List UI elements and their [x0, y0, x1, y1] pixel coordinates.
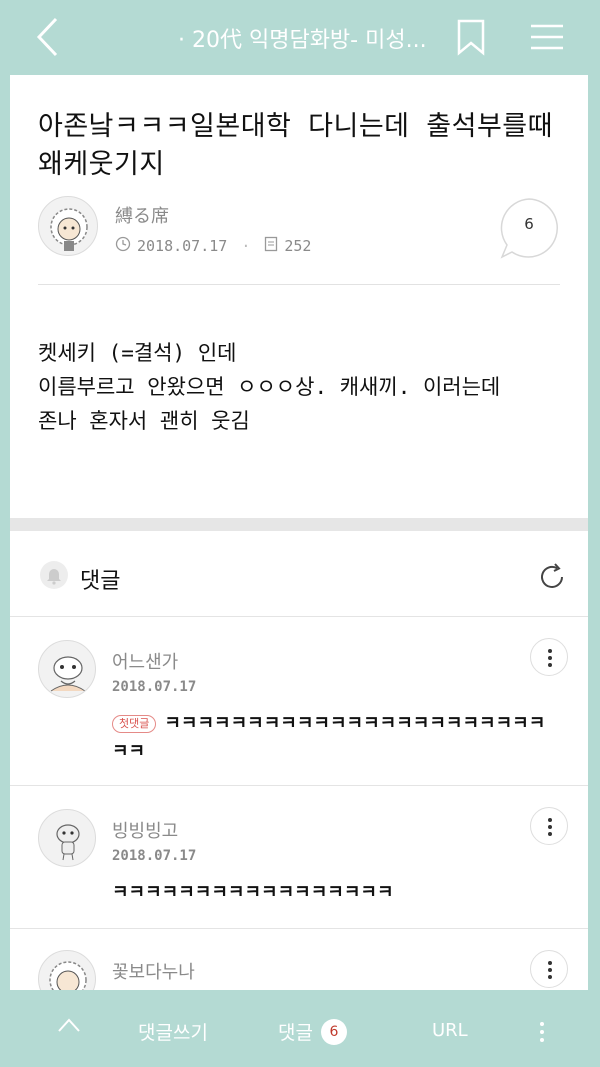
chevron-up-icon[interactable]	[56, 1014, 82, 1036]
refresh-icon[interactable]	[536, 561, 568, 593]
clock-icon	[115, 236, 131, 256]
comment-body: ㅋㅋㅋㅋㅋㅋㅋㅋㅋㅋㅋㅋㅋㅋㅋㅋㅋ	[112, 882, 394, 903]
bottom-bar: 댓글쓰기 댓글 6 URL	[0, 990, 600, 1067]
post-meta: 2018.07.17 · 252	[115, 236, 311, 256]
right-frame	[588, 75, 600, 990]
commenter-avatar[interactable]	[38, 809, 96, 867]
url-button[interactable]: URL	[432, 1020, 468, 1041]
bookmark-icon[interactable]	[454, 18, 488, 56]
first-comment-badge: 첫댓글	[112, 715, 157, 733]
comment-item: 빙빙빙고 2018.07.17 ㅋㅋㅋㅋㅋㅋㅋㅋㅋㅋㅋㅋㅋㅋㅋㅋㅋ	[10, 787, 588, 929]
document-icon	[264, 236, 278, 256]
divider	[38, 284, 560, 285]
commenter-avatar[interactable]	[38, 640, 96, 698]
comments-count-badge: 6	[320, 1018, 347, 1045]
author-name[interactable]: 縛る席	[115, 202, 169, 228]
write-comment-button[interactable]: 댓글쓰기	[138, 1018, 208, 1045]
comment-more-button[interactable]	[530, 950, 568, 988]
post-title: 아존낰ㅋㅋㅋ일본대학 다니는데 출석부를때 왜케웃기지	[38, 111, 553, 180]
comment-more-button[interactable]	[530, 807, 568, 845]
meta-separator: ·	[241, 237, 251, 255]
commenter-name[interactable]: 빙빙빙고	[112, 817, 178, 843]
body-line: 이름부르고 안왔으면 ㅇㅇㅇ상. 캐새끼. 이러는데	[38, 375, 501, 399]
comments-header: 댓글	[10, 531, 588, 617]
left-frame	[0, 75, 10, 990]
comment-count: 6	[524, 215, 534, 233]
comment-body: ㅋㅋㅋㅋㅋㅋㅋㅋㅋㅋㅋㅋㅋㅋㅋㅋㅋㅋㅋㅋㅋㅋㅋㅋㅋ	[112, 713, 546, 762]
comment-item: 꽃보다누나	[10, 930, 588, 990]
section-separator	[10, 518, 588, 531]
comment-text: 첫댓글 ㅋㅋㅋㅋㅋㅋㅋㅋㅋㅋㅋㅋㅋㅋㅋㅋㅋㅋㅋㅋㅋㅋㅋㅋㅋ	[112, 710, 552, 766]
post-date: 2018.07.17	[137, 237, 228, 255]
comment-date: 2018.07.17	[112, 848, 197, 864]
top-bar: · 20代 익명담화방- 미성...	[0, 0, 600, 75]
body-line: 켓세키 (=결석) 인데	[38, 341, 237, 365]
board-title[interactable]: · 20代 익명담화방- 미성...	[178, 22, 438, 54]
commenter-avatar[interactable]	[38, 950, 96, 990]
comments-button-label: 댓글	[278, 1022, 313, 1044]
more-vertical-icon[interactable]	[538, 1020, 546, 1044]
commenter-name[interactable]: 어느샌가	[112, 648, 178, 674]
author-avatar[interactable]	[38, 196, 98, 256]
comments-label: 댓글	[80, 569, 121, 594]
bell-icon[interactable]	[40, 561, 68, 589]
comment-more-button[interactable]	[530, 638, 568, 676]
comment-date: 2018.07.17	[112, 679, 197, 695]
comment-count-bubble[interactable]: 6	[498, 197, 560, 259]
view-count: 252	[284, 237, 312, 255]
post-body: 켓세키 (=결석) 인데 이름부르고 안왔으면 ㅇㅇㅇ상. 캐새끼. 이러는데 …	[38, 336, 563, 438]
body-line: 존나 혼자서 괜히 웃김	[38, 409, 250, 433]
hamburger-menu-icon[interactable]	[528, 20, 566, 54]
comments-button[interactable]: 댓글 6	[278, 1018, 347, 1045]
chevron-left-icon[interactable]	[30, 14, 70, 60]
comment-item: 어느샌가 2018.07.17 첫댓글 ㅋㅋㅋㅋㅋㅋㅋㅋㅋㅋㅋㅋㅋㅋㅋㅋㅋㅋㅋㅋㅋ…	[10, 618, 588, 786]
commenter-name[interactable]: 꽃보다누나	[112, 958, 195, 984]
